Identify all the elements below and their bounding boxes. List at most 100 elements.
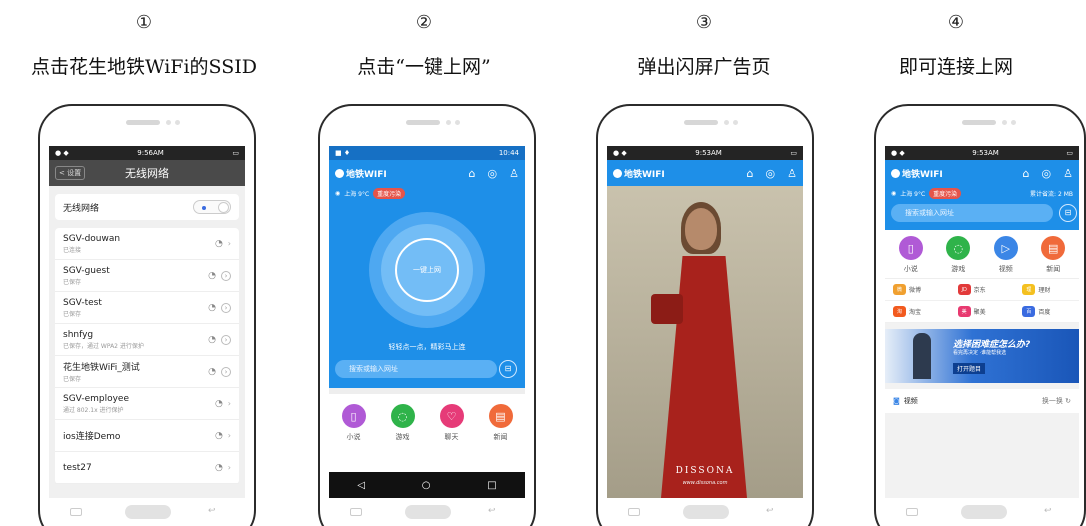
phone-screen: ● ◆ 9:53AM ▭ 地铁WIFI ⌂ ◎ ♙ ◉ 上海 9°C 重度污染 累计…	[885, 146, 1079, 498]
shortcut-item[interactable]: 理理财	[1014, 279, 1079, 301]
status-bar: ● ◆ 9:53AM ▭	[607, 146, 803, 160]
app-logo: 地铁WIFI	[613, 167, 665, 180]
wifi-lock-icon: ◔	[208, 334, 216, 345]
network-row[interactable]: SGV-douwan 已连接 ◔ ›	[55, 228, 239, 260]
pollution-badge: 重度污染	[373, 187, 406, 199]
phone-frame: ● ◆ 9:56AM ▭ < 设置 无线网络 无线网络 SGV-douwan 已连…	[38, 104, 256, 526]
category-novel[interactable]: ▯ 小说	[341, 404, 366, 442]
category-news[interactable]: ▤ 新闻	[1041, 236, 1066, 274]
refresh-button[interactable]: 换一换 ↻	[1042, 396, 1071, 406]
compass-icon[interactable]: ◎	[766, 167, 776, 180]
network-row[interactable]: test27 ◔ ›	[55, 452, 239, 484]
info-icon[interactable]: ›	[221, 302, 231, 313]
network-row[interactable]: SGV-guest 已保存 ◔ ›	[55, 260, 239, 292]
back-icon[interactable]: ◁	[357, 480, 365, 491]
category-chat[interactable]: ♡ 聊天	[439, 404, 464, 442]
sensor	[166, 120, 171, 125]
recents-icon[interactable]: □	[487, 480, 496, 491]
category-game[interactable]: ◌ 游戏	[390, 404, 415, 442]
hardware-buttons: ↩	[40, 502, 254, 522]
status-bar: ■ ♦ 10:44	[329, 146, 525, 160]
ssid: 花生地铁WiFi_测试	[63, 363, 140, 373]
step-caption: 点击花生地铁WiFi的SSID	[31, 56, 257, 78]
banner-button[interactable]: 打开题目	[953, 363, 986, 374]
android-nav-bar: ◁ ○ □	[329, 472, 525, 498]
location-icon: ◉	[335, 189, 341, 197]
refresh-icon: ↻	[1065, 397, 1071, 405]
step-caption: 即可连接上网	[898, 56, 1013, 78]
app-logo: 地铁WIFI	[891, 167, 943, 180]
network-status: 已保存	[63, 376, 82, 383]
promo-banner[interactable]: 选择困难症怎么办? 看完再决定 ·谁能帮我选 打开题目	[885, 329, 1079, 383]
home-circle-icon[interactable]: ○	[422, 480, 431, 491]
network-row[interactable]: shnfyg 已保存，通过 WPA2 进行保护 ◔ ›	[55, 324, 239, 356]
weather-bar: ◉ 上海 9°C 重度污染	[329, 186, 525, 200]
shortcut-item[interactable]: 美聚美	[949, 301, 1015, 323]
one-click-connect-button[interactable]: 一键上网	[395, 238, 459, 302]
home-icon[interactable]: ⌂	[1023, 167, 1030, 180]
network-list: SGV-douwan 已连接 ◔ › SGV-guest 已保存 ◔ › SGV-test 已…	[55, 228, 239, 484]
sensor	[455, 120, 460, 125]
network-row[interactable]: 花生地铁WiFi_测试 已保存 ◔ ›	[55, 356, 239, 388]
scan-icon[interactable]: ⊟	[1059, 204, 1077, 222]
network-status: 已保存，通过 WPA2 进行保护	[63, 342, 144, 350]
video-icon: ◙	[893, 397, 900, 405]
search-input[interactable]: 搜索或输入网址 ⊟	[335, 360, 517, 378]
info-icon[interactable]: ›	[221, 366, 231, 377]
wifi-icon: ◔	[208, 366, 216, 377]
scan-icon[interactable]: ⊟	[499, 360, 517, 378]
info-icon[interactable]: ›	[221, 334, 231, 345]
hardware-buttons: ↩	[876, 502, 1084, 522]
step-number: ①	[135, 12, 153, 33]
status-icons: ■ ♦	[335, 149, 351, 157]
category-row: ▯ 小说 ◌ 游戏 ♡ 聊天 ▤ 新闻	[329, 388, 525, 474]
banner-subtitle: 看完再决定 ·谁能帮我选	[953, 350, 1007, 356]
baidu-icon: 百	[1022, 306, 1036, 317]
user-icon[interactable]: ♙	[509, 167, 519, 180]
phone-frame: ● ◆ 9:53AM ▭ 地铁WIFI ⌂ ◎ ♙ DISSONA www.diss…	[596, 104, 814, 526]
chat-icon: ♡	[439, 404, 464, 428]
network-row[interactable]: SGV-employee 通过 802.1x 进行保护 ◔ ›	[55, 388, 239, 420]
sensor	[733, 120, 738, 125]
search-input[interactable]: 搜索或输入网址 ⊟	[891, 204, 1077, 222]
info-icon[interactable]: ›	[221, 270, 231, 281]
wifi-toggle-label: 无线网络	[63, 203, 100, 214]
user-icon[interactable]: ♙	[787, 167, 797, 180]
chevron-right-icon: ›	[227, 399, 231, 408]
category-news[interactable]: ▤ 新闻	[488, 404, 513, 442]
category-novel[interactable]: ▯ 小说	[898, 236, 923, 274]
step-3: ③ 弹出闪屏广告页 ● ◆ 9:53AM ▭ 地铁WIFI ⌂ ◎ ♙ DISSON…	[568, 0, 840, 526]
taobao-icon: 淘	[893, 306, 906, 317]
chevron-right-icon: ›	[227, 239, 231, 248]
step-number: ③	[695, 12, 713, 33]
user-icon[interactable]: ♙	[1063, 167, 1073, 180]
step-4: ④ 即可连接上网 ● ◆ 9:53AM ▭ 地铁WIFI ⌂ ◎ ♙ ◉ 上海 9°…	[826, 0, 1086, 526]
step-2: ② 点击“一键上网” ■ ♦ 10:44 地铁WIFI ⌂ ◎ ♙ ◉ 上海 9°C…	[288, 0, 560, 526]
ssid: test27	[63, 462, 92, 473]
shortcut-item[interactable]: 淘淘宝	[885, 301, 950, 323]
sensor	[175, 120, 180, 125]
home-icon[interactable]: ⌂	[469, 167, 476, 180]
network-row[interactable]: ios连接Demo ◔ ›	[55, 420, 239, 452]
shortcut-item[interactable]: 微微博	[885, 279, 950, 301]
shortcut-item[interactable]: JD 京东	[949, 279, 1015, 301]
wifi-toggle[interactable]	[193, 200, 231, 214]
weather-text: 上海 9°C	[344, 190, 370, 198]
category-game[interactable]: ◌ 游戏	[946, 236, 971, 274]
network-row[interactable]: SGV-test 已保存 ◔ ›	[55, 292, 239, 324]
home-icon[interactable]: ⌂	[747, 167, 754, 180]
phone-frame: ● ◆ 9:53AM ▭ 地铁WIFI ⌂ ◎ ♙ ◉ 上海 9°C 重度污染 累计…	[874, 104, 1086, 526]
nav-bar: < 设置 无线网络	[49, 160, 245, 186]
tv-icon: ▷	[993, 236, 1018, 260]
network-status: 已保存	[63, 278, 82, 286]
ssid: shnfyg	[63, 329, 94, 340]
category-video[interactable]: ▷ 视频	[993, 236, 1018, 274]
pollution-badge: 重度污染	[929, 187, 962, 199]
shortcut-item[interactable]: 百百度	[1014, 301, 1079, 323]
wifi-icon: ◔	[208, 270, 216, 281]
compass-icon[interactable]: ◎	[488, 167, 498, 180]
compass-icon[interactable]: ◎	[1042, 167, 1052, 180]
ssid: SGV-employee	[63, 393, 129, 404]
app-header: 地铁WIFI ⌂ ◎ ♙	[607, 160, 803, 186]
splash-ad[interactable]: DISSONA www.dissona.com	[607, 186, 803, 498]
